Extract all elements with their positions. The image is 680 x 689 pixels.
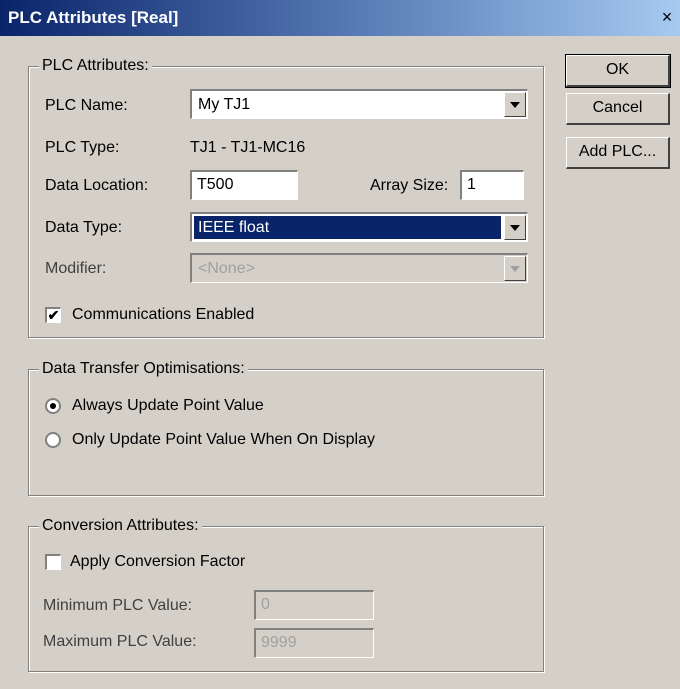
ok-button[interactable]: OK [565, 54, 671, 88]
data-type-label: Data Type: [45, 219, 123, 236]
data-transfer-legend: Data Transfer Optimisations: [39, 359, 248, 379]
conversion-attributes-legend: Conversion Attributes: [39, 516, 202, 536]
comms-enabled-checkbox[interactable]: ✔ [45, 307, 61, 323]
min-plc-value-input[interactable]: 0 [254, 590, 374, 620]
on-display-update-label[interactable]: Only Update Point Value When On Display [72, 430, 375, 450]
window-title: PLC Attributes [Real] [8, 8, 179, 27]
chevron-down-icon[interactable] [504, 215, 526, 240]
min-plc-value-label: Minimum PLC Value: [43, 597, 193, 614]
plc-name-value: My TJ1 [198, 96, 251, 113]
chevron-down-icon[interactable] [504, 92, 526, 117]
plc-type-value: TJ1 - TJ1-MC16 [190, 139, 306, 156]
data-type-value: IEEE float [194, 216, 501, 239]
checkmark-icon: ✔ [47, 307, 60, 323]
dialog-window: PLC Attributes [Real] × OK Cancel Add PL… [0, 0, 680, 689]
data-location-input[interactable]: T500 [190, 170, 298, 200]
always-update-radio[interactable] [45, 398, 61, 414]
apply-conversion-checkbox[interactable] [45, 554, 61, 570]
on-display-update-radio[interactable] [45, 432, 61, 448]
plc-name-dropdown[interactable]: My TJ1 [190, 89, 528, 119]
add-plc-button[interactable]: Add PLC... [566, 137, 670, 169]
plc-attributes-legend: PLC Attributes: [39, 56, 152, 76]
array-size-input[interactable]: 1 [460, 170, 524, 200]
chevron-down-icon[interactable] [504, 256, 526, 281]
max-plc-value-input[interactable]: 9999 [254, 628, 374, 658]
title-bar[interactable]: PLC Attributes [Real] × [0, 0, 680, 36]
always-update-label[interactable]: Always Update Point Value [72, 396, 264, 416]
plc-name-label: PLC Name: [45, 97, 128, 114]
cancel-button[interactable]: Cancel [566, 93, 670, 125]
apply-conversion-label[interactable]: Apply Conversion Factor [70, 552, 245, 572]
close-icon[interactable]: × [658, 8, 676, 26]
modifier-label: Modifier: [45, 260, 107, 277]
max-plc-value-label: Maximum PLC Value: [43, 633, 197, 650]
modifier-dropdown[interactable]: <None> [190, 253, 528, 283]
array-size-label: Array Size: [370, 177, 449, 194]
plc-type-label: PLC Type: [45, 139, 120, 156]
data-location-label: Data Location: [45, 177, 149, 194]
modifier-value: <None> [198, 260, 255, 277]
data-type-dropdown[interactable]: IEEE float [190, 212, 528, 242]
comms-enabled-label[interactable]: Communications Enabled [72, 305, 254, 325]
